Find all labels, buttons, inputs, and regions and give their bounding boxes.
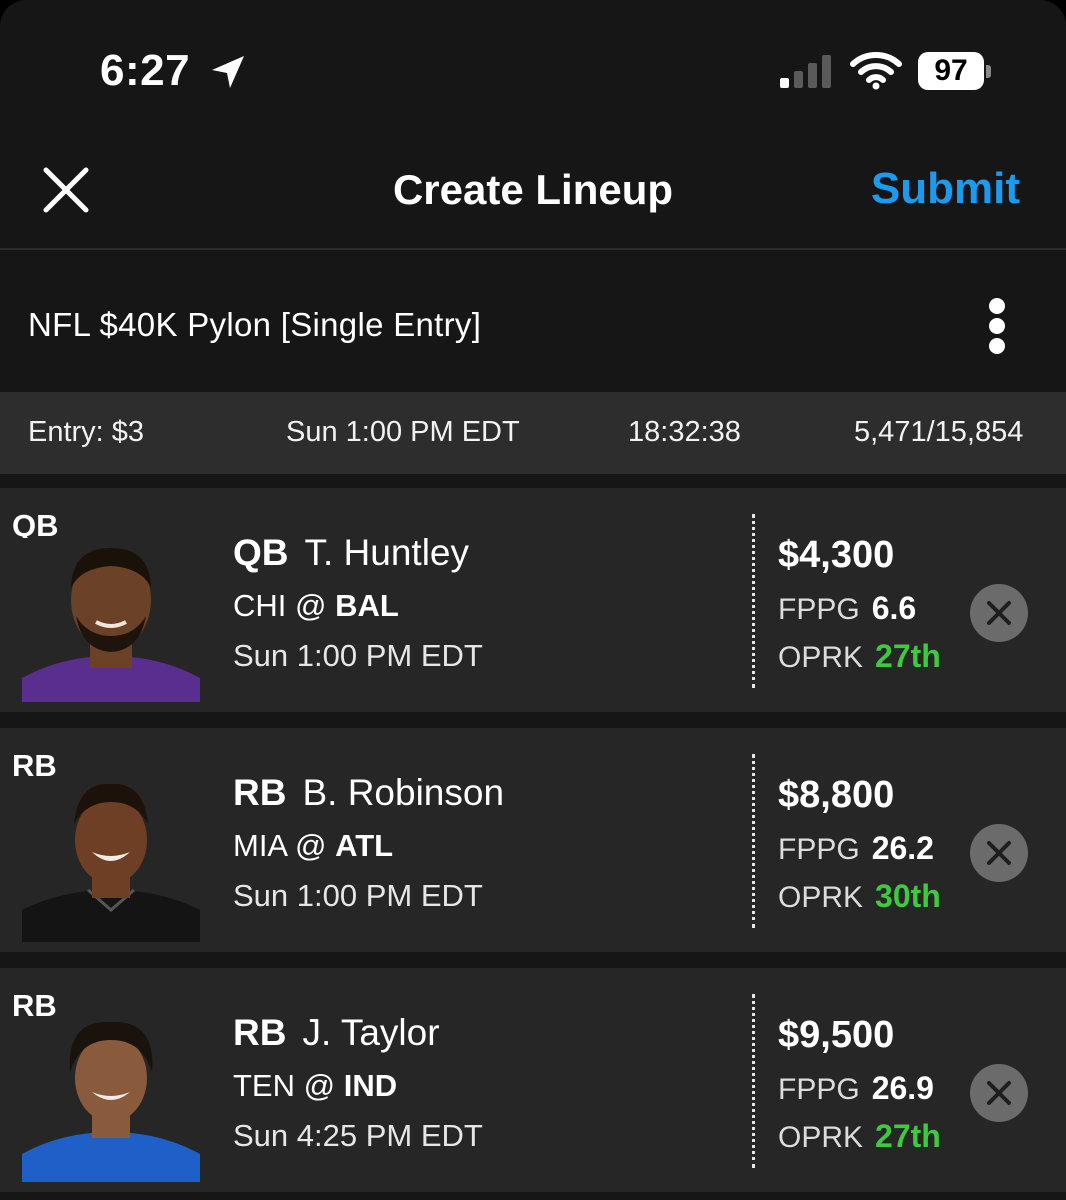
- game-time: Sun 1:00 PM EDT: [233, 878, 483, 913]
- oprk-label: OPRK: [778, 641, 864, 674]
- wifi-icon: [850, 52, 902, 90]
- more-vertical-icon[interactable]: [972, 294, 1022, 358]
- player-name-line: RB B. Robinson: [233, 772, 504, 814]
- battery-icon: 97: [918, 52, 991, 90]
- divider: [752, 754, 755, 928]
- fppg-stat: FPPG 6.6: [778, 590, 916, 627]
- close-icon: [987, 601, 1011, 625]
- player-name: B. Robinson: [302, 772, 505, 813]
- player-name: J. Taylor: [302, 1012, 440, 1053]
- player-name: T. Huntley: [304, 532, 470, 573]
- fppg-stat: FPPG 26.9: [778, 1070, 934, 1107]
- entry-fee: Entry: $3: [28, 416, 145, 448]
- cellular-signal-icon: [780, 55, 831, 88]
- oprk-value: 30th: [875, 878, 941, 914]
- submit-button[interactable]: Submit: [871, 164, 1020, 214]
- player-photo: [22, 538, 200, 702]
- fppg-value: 6.6: [871, 590, 917, 626]
- away-team: TEN @: [233, 1068, 336, 1103]
- fppg-value: 26.2: [871, 830, 934, 866]
- player-salary: $8,800: [778, 774, 895, 816]
- player-photo: [22, 778, 200, 942]
- oprk-value: 27th: [875, 1118, 941, 1154]
- fppg-label: FPPG: [778, 833, 860, 866]
- screen: 6:27 97 Create Lineup Submit NFL $40K Py…: [0, 0, 1066, 1200]
- oprk-stat: OPRK 27th: [778, 1118, 941, 1155]
- remove-player-button[interactable]: [970, 584, 1028, 642]
- matchup: CHI @ BAL: [233, 588, 399, 624]
- contest-name: NFL $40K Pylon [Single Entry]: [28, 306, 482, 343]
- player-position: RB: [233, 772, 287, 813]
- status-time: 6:27: [100, 46, 191, 95]
- fppg-stat: FPPG 26.2: [778, 830, 934, 867]
- contest-info-bar: Entry: $3 Sun 1:00 PM EDT 18:32:38 5,471…: [0, 392, 1066, 474]
- oprk-value: 27th: [875, 638, 941, 674]
- home-team: IND: [343, 1068, 398, 1103]
- contest-start-time: Sun 1:00 PM EDT: [286, 416, 520, 448]
- location-arrow-icon: [212, 56, 244, 88]
- remove-player-button[interactable]: [970, 824, 1028, 882]
- contest-header: NFL $40K Pylon [Single Entry]: [0, 250, 1066, 392]
- battery-level: 97: [918, 52, 984, 90]
- player-photo: [22, 1018, 200, 1182]
- game-time: Sun 4:25 PM EDT: [233, 1118, 483, 1153]
- oprk-stat: OPRK 30th: [778, 878, 941, 915]
- player-salary: $9,500: [778, 1014, 895, 1056]
- countdown-timer: 18:32:38: [628, 416, 741, 448]
- divider: [752, 514, 755, 688]
- player-salary: $4,300: [778, 534, 895, 576]
- lineup-row[interactable]: RB RB J. Taylor TEN @ IND Sun 4:25 PM EDT…: [0, 968, 1066, 1192]
- player-position: RB: [233, 1012, 287, 1053]
- matchup: MIA @ ATL: [233, 828, 393, 864]
- fppg-label: FPPG: [778, 1073, 860, 1106]
- remove-player-button[interactable]: [970, 1064, 1028, 1122]
- game-time: Sun 1:00 PM EDT: [233, 638, 483, 673]
- oprk-label: OPRK: [778, 1121, 864, 1154]
- close-icon: [987, 841, 1011, 865]
- fppg-label: FPPG: [778, 593, 860, 626]
- fppg-value: 26.9: [871, 1070, 934, 1106]
- battery-cap: [986, 65, 991, 78]
- oprk-stat: OPRK 27th: [778, 638, 941, 675]
- divider: [752, 994, 755, 1168]
- player-name-line: QB T. Huntley: [233, 532, 469, 574]
- lineup-row[interactable]: RB RB B. Robinson MIA @ ATL Sun 1:00 PM E…: [0, 728, 1066, 952]
- away-team: CHI @: [233, 588, 327, 623]
- close-icon: [987, 1081, 1011, 1105]
- entries-count: 5,471/15,854: [854, 416, 1024, 448]
- status-bar: 6:27 97: [0, 0, 1066, 130]
- home-team: ATL: [335, 828, 394, 863]
- player-position: QB: [233, 532, 289, 573]
- away-team: MIA @: [233, 828, 327, 863]
- home-team: BAL: [335, 588, 399, 623]
- oprk-label: OPRK: [778, 881, 864, 914]
- matchup: TEN @ IND: [233, 1068, 397, 1104]
- player-name-line: RB J. Taylor: [233, 1012, 440, 1054]
- lineup-row[interactable]: QB QB T. Huntley CHI @ BAL Sun 1:00 PM ED…: [0, 488, 1066, 712]
- nav-header: Create Lineup Submit: [0, 130, 1066, 250]
